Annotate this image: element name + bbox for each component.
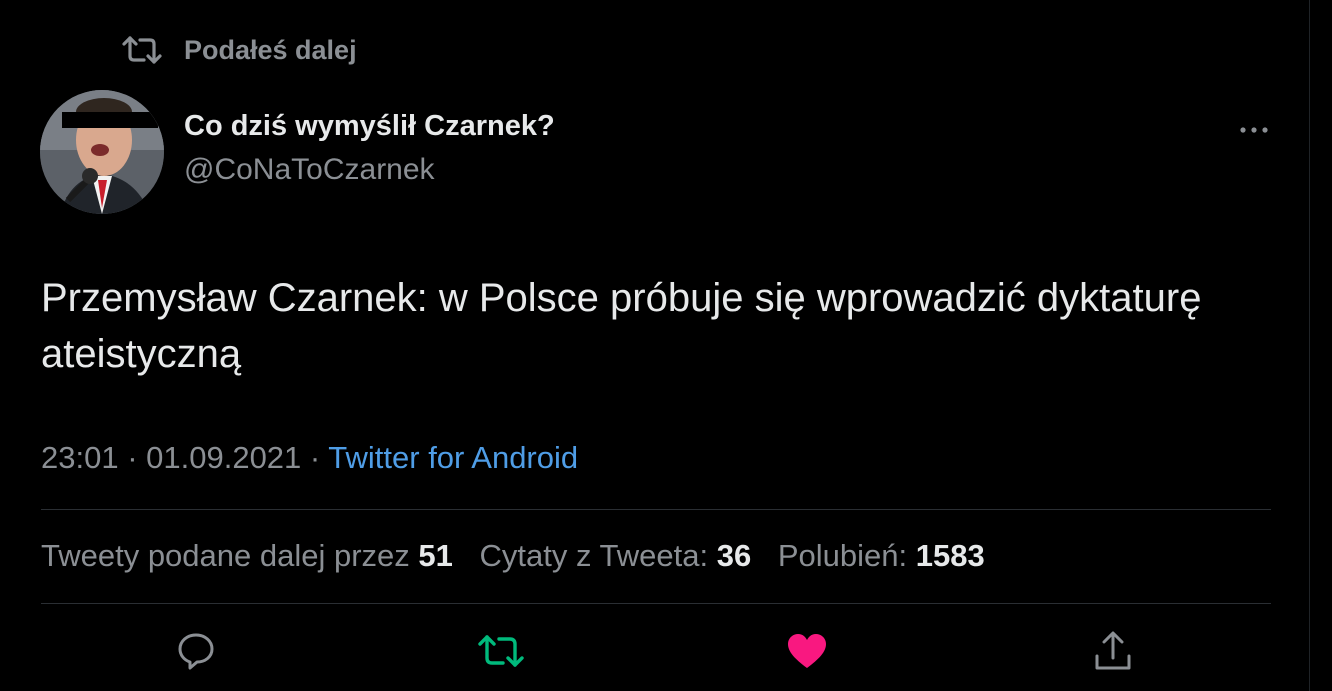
author-name[interactable]: Co dziś wymyślił Czarnek? (184, 110, 555, 143)
retweets-stat[interactable]: Tweety podane dalej przez 51 (41, 538, 453, 573)
quotes-count: 36 (716, 538, 752, 573)
tweet-text: Przemysław Czarnek: w Polsce próbuje się… (41, 276, 1202, 376)
divider (41, 509, 1271, 510)
meta-separator: · (118, 440, 147, 475)
retweet-icon (478, 634, 524, 673)
more-button[interactable] (1234, 118, 1274, 142)
likes-count: 1583 (915, 538, 985, 573)
like-button[interactable] (782, 628, 832, 678)
retweets-count: 51 (418, 538, 453, 573)
share-button[interactable] (1088, 628, 1138, 678)
quotes-label: Cytaty z Tweeta: (479, 538, 709, 573)
share-icon (1093, 630, 1133, 677)
retweet-button[interactable] (476, 628, 526, 678)
author-handle[interactable]: @CoNaToCzarnek (184, 153, 435, 187)
tweet-meta: 23:01 · 01.09.2021 · Twitter for Android (41, 440, 578, 476)
meta-separator: · (301, 440, 329, 475)
column-border (1309, 0, 1310, 691)
tweet-source-link[interactable]: Twitter for Android (328, 440, 578, 475)
more-icon (1239, 121, 1269, 139)
retweets-label: Tweety podane dalej przez (41, 538, 410, 573)
retweeted-label: Podałeś dalej (184, 34, 357, 65)
likes-label: Polubień: (777, 538, 908, 573)
retweeted-indicator: Podałeś dalej (122, 32, 357, 68)
avatar[interactable] (40, 90, 164, 214)
tweet-time[interactable]: 23:01 (41, 440, 119, 475)
quotes-stat[interactable]: Cytaty z Tweeta: 36 (480, 538, 752, 573)
tweet-stats: Tweety podane dalej przez 51 Cytaty z Tw… (41, 538, 985, 574)
tweet-date[interactable]: 01.09.2021 (146, 440, 301, 475)
retweet-icon (122, 36, 162, 64)
heart-icon (787, 633, 827, 674)
reply-button[interactable] (171, 628, 221, 678)
likes-stat[interactable]: Polubień: 1583 (778, 538, 985, 573)
divider (41, 603, 1271, 604)
reply-icon (176, 632, 216, 675)
